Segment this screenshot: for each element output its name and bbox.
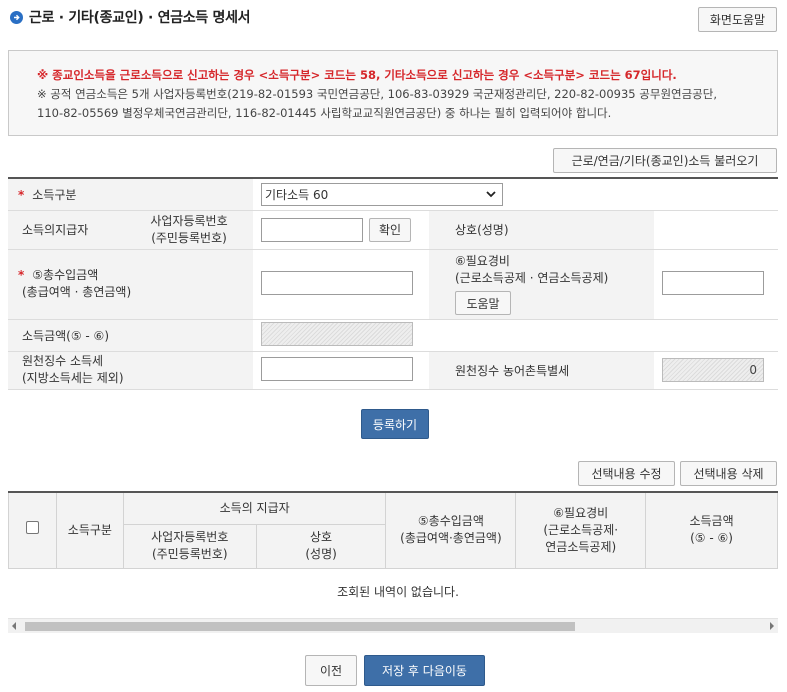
bizno-input[interactable] xyxy=(261,217,363,242)
withholding-tax-input[interactable] xyxy=(261,356,413,381)
col-income-type: 소득구분 xyxy=(55,491,124,569)
notice-box: ※ 종교인소득을 근로소득으로 신고하는 경우 <소득구분> 코드는 58, 기… xyxy=(8,50,778,136)
save-next-button[interactable]: 저장 후 다음이동 xyxy=(364,655,485,686)
scroll-thumb[interactable] xyxy=(25,622,575,631)
withholding-tax-label: 원천징수 소득세 (지방소득세는 제외) xyxy=(8,351,253,390)
select-all-checkbox[interactable] xyxy=(25,521,39,535)
income-type-label: * 소득구분 xyxy=(8,178,253,211)
empty-message: 조회된 내역이 없습니다. xyxy=(337,584,459,599)
expense-input[interactable] xyxy=(662,270,764,295)
arrow-right-circle-icon xyxy=(10,10,23,24)
notice-line-pension-2: 110-82-05569 별정우체국연금관리단, 116-82-01445 사립… xyxy=(37,106,612,120)
title-bar: 근로 · 기타(종교인) · 연금소득 명세서 xyxy=(10,6,251,28)
edit-selected-button[interactable]: 선택내용 수정 xyxy=(578,461,675,486)
gross-income-label: * ⑤총수입금액 (총급여액 · 총연금액) xyxy=(8,249,253,320)
expense-label: ⑥필요경비 (근로소득공제 · 연금소득공제) 도움말 xyxy=(429,249,654,320)
select-all-header xyxy=(8,491,57,569)
chevron-down-icon xyxy=(486,191,496,198)
prev-button[interactable]: 이전 xyxy=(305,655,357,686)
income-type-select[interactable]: 기타소득 60 xyxy=(261,182,503,206)
required-mark: * xyxy=(18,187,25,202)
horizontal-scrollbar[interactable] xyxy=(8,618,778,633)
rural-tax-field: 0 xyxy=(662,358,764,382)
income-entry-form: * 소득구분 기타소득 60 소득의지급자 사업자등록번호 (주민등록번호) 확인 … xyxy=(8,177,778,390)
col-income-amount: 소득금액 (⑤ - ⑥) xyxy=(645,491,778,569)
required-mark: * xyxy=(18,268,25,282)
confirm-button[interactable]: 확인 xyxy=(369,217,411,242)
income-amount-label: 소득금액(⑤ - ⑥) xyxy=(8,319,253,352)
delete-selected-button[interactable]: 선택내용 삭제 xyxy=(680,461,777,486)
scroll-left-icon[interactable] xyxy=(12,622,16,630)
col-expense: ⑥필요경비 (근로소득공제· 연금소득공제) xyxy=(515,491,647,569)
bizno-label: 사업자등록번호 (주민등록번호) xyxy=(125,210,253,250)
result-grid: 소득구분 소득의 지급자 ⑤총수입금액 (총급여액·총연금액) ⑥필요경비 (근로소… xyxy=(8,491,778,636)
payer-label: 소득의지급자 xyxy=(8,210,125,250)
register-button[interactable]: 등록하기 xyxy=(361,409,429,439)
company-label: 상호(성명) xyxy=(429,210,654,250)
page-title: 근로 · 기타(종교인) · 연금소득 명세서 xyxy=(29,10,251,26)
col-gross-income: ⑤총수입금액 (총급여액·총연금액) xyxy=(385,491,517,569)
expense-help-button[interactable]: 도움말 xyxy=(455,291,511,315)
col-payer: 소득의 지급자 xyxy=(122,491,387,525)
gross-income-input[interactable] xyxy=(261,270,413,295)
income-amount-field xyxy=(261,321,413,346)
income-type-selected-value: 기타소득 60 xyxy=(265,187,329,202)
screen-help-button[interactable]: 화면도움말 xyxy=(698,7,777,32)
load-income-button[interactable]: 근로/연금/기타(종교인)소득 불러오기 xyxy=(553,148,777,173)
col-bizno: 사업자등록번호 (주민등록번호) xyxy=(122,523,257,569)
notice-line-pension-1: ※ 공적 연금소득은 5개 사업자등록번호(219-82-01593 국민연금공… xyxy=(37,87,717,101)
col-overflow xyxy=(776,491,778,569)
scroll-right-icon[interactable] xyxy=(770,622,774,630)
notice-line-religious: ※ 종교인소득을 근로소득으로 신고하는 경우 <소득구분> 코드는 58, 기… xyxy=(37,68,677,82)
company-value xyxy=(654,210,778,250)
rural-tax-label: 원천징수 농어촌특별세 xyxy=(429,351,654,390)
col-company: 상호 (성명) xyxy=(255,523,387,569)
